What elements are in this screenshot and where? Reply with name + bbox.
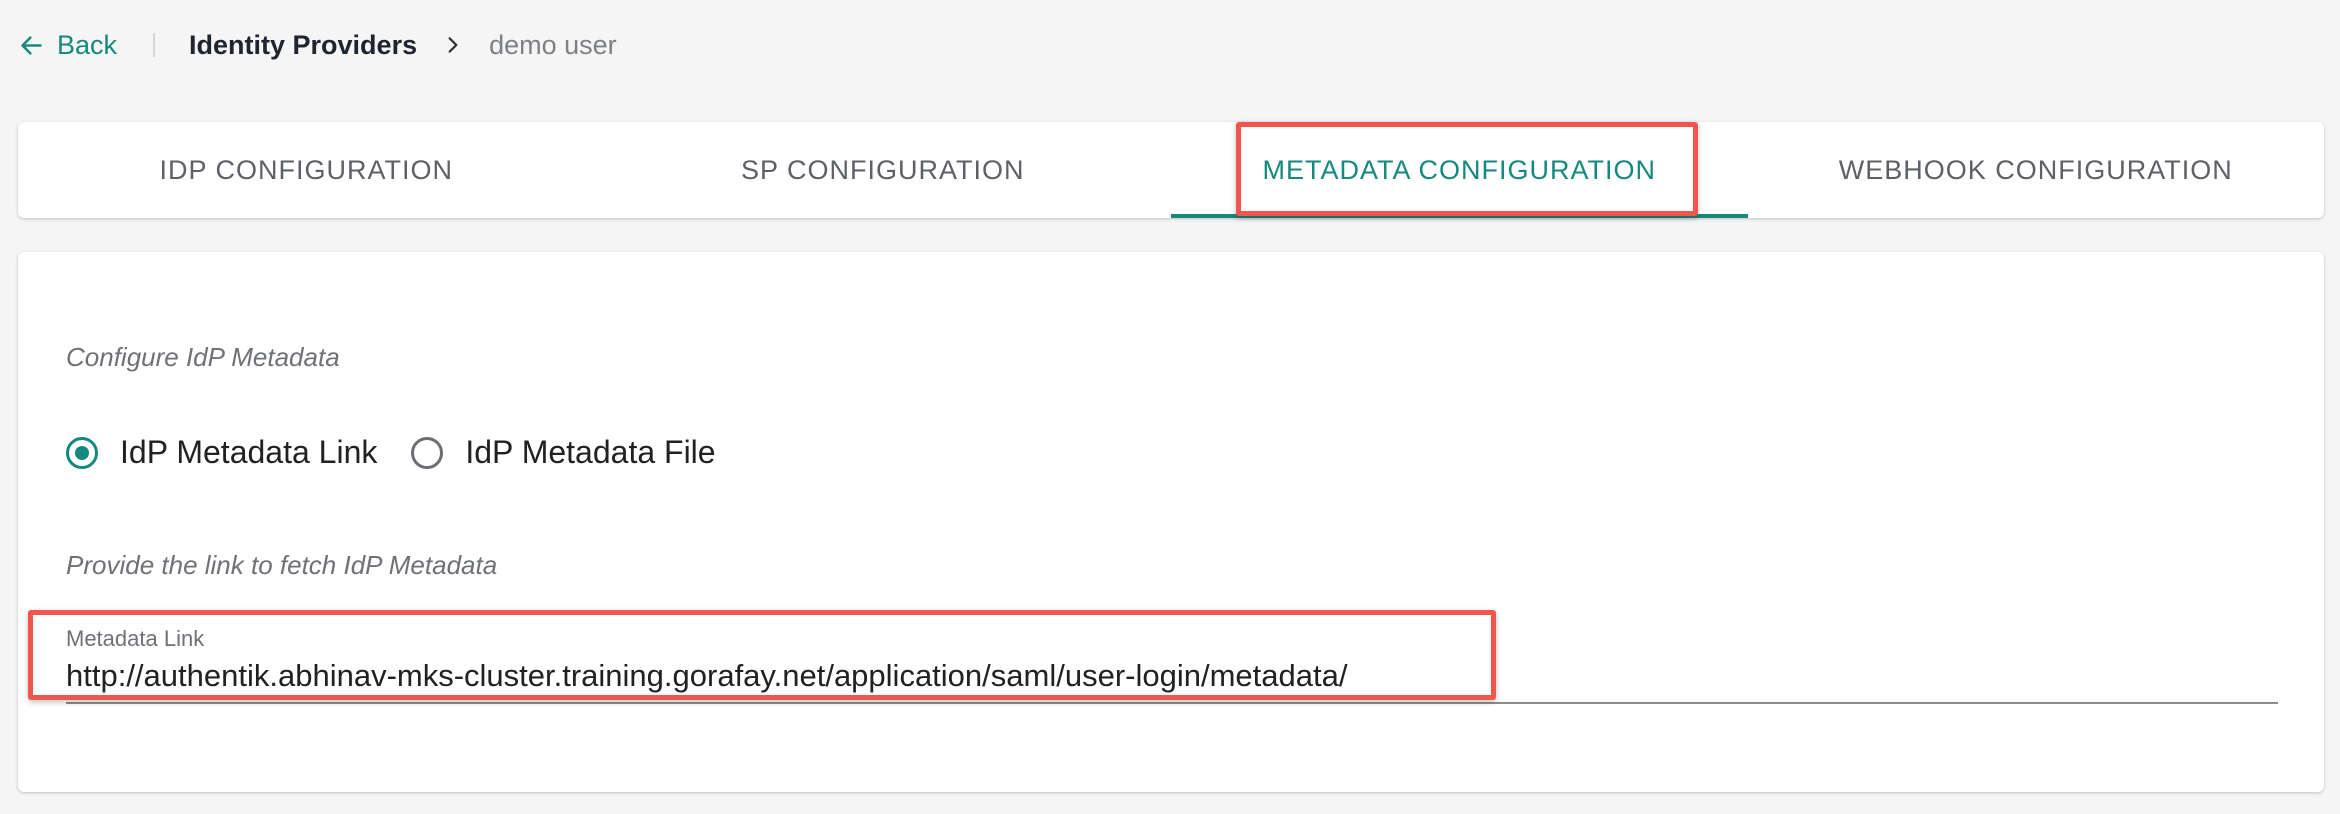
page: Back Identity Providers demo user IDP CO…	[0, 0, 2340, 814]
metadata-link-input[interactable]	[66, 656, 2278, 696]
radio-label: IdP Metadata Link	[120, 434, 378, 470]
tab-metadata-configuration[interactable]: METADATA CONFIGURATION	[1171, 122, 1748, 218]
breadcrumb-divider	[153, 33, 156, 57]
tab-label: METADATA CONFIGURATION	[1262, 154, 1656, 185]
arrow-left-icon	[21, 35, 42, 55]
back-label: Back	[57, 29, 118, 60]
tab-label: SP CONFIGURATION	[740, 154, 1025, 185]
config-tabs: IDP CONFIGURATION SP CONFIGURATION METAD…	[18, 122, 2324, 218]
radio-unchecked-icon[interactable]	[411, 436, 444, 469]
breadcrumb-current-item: demo user	[489, 29, 617, 60]
link-hint: Provide the link to fetch IdP Metadata	[66, 550, 498, 580]
metadata-link-label: Metadata Link	[66, 626, 205, 651]
metadata-source-group: IdP Metadata Link IdP Metadata File	[66, 434, 750, 471]
tab-label: IDP CONFIGURATION	[159, 154, 453, 185]
tab-idp-configuration[interactable]: IDP CONFIGURATION	[18, 122, 595, 218]
tab-webhook-configuration[interactable]: WEBHOOK CONFIGURATION	[1748, 122, 2325, 218]
radio-metadata-link[interactable]: IdP Metadata Link	[66, 434, 377, 471]
radio-metadata-file[interactable]: IdP Metadata File	[411, 434, 716, 471]
back-link[interactable]: Back	[18, 30, 117, 61]
radio-checked-icon[interactable]	[66, 436, 98, 469]
tab-label: WEBHOOK CONFIGURATION	[1838, 154, 2233, 185]
breadcrumb: Back Identity Providers demo user	[18, 22, 617, 68]
metadata-panel: Configure IdP Metadata IdP Metadata Link…	[18, 252, 2324, 792]
configure-hint: Configure IdP Metadata	[66, 342, 340, 372]
breadcrumb-identity-providers[interactable]: Identity Providers	[189, 30, 417, 61]
radio-label: IdP Metadata File	[465, 434, 716, 470]
tab-sp-configuration[interactable]: SP CONFIGURATION	[595, 122, 1172, 218]
metadata-link-field: Metadata Link	[66, 626, 2278, 704]
chevron-right-icon	[443, 35, 463, 55]
